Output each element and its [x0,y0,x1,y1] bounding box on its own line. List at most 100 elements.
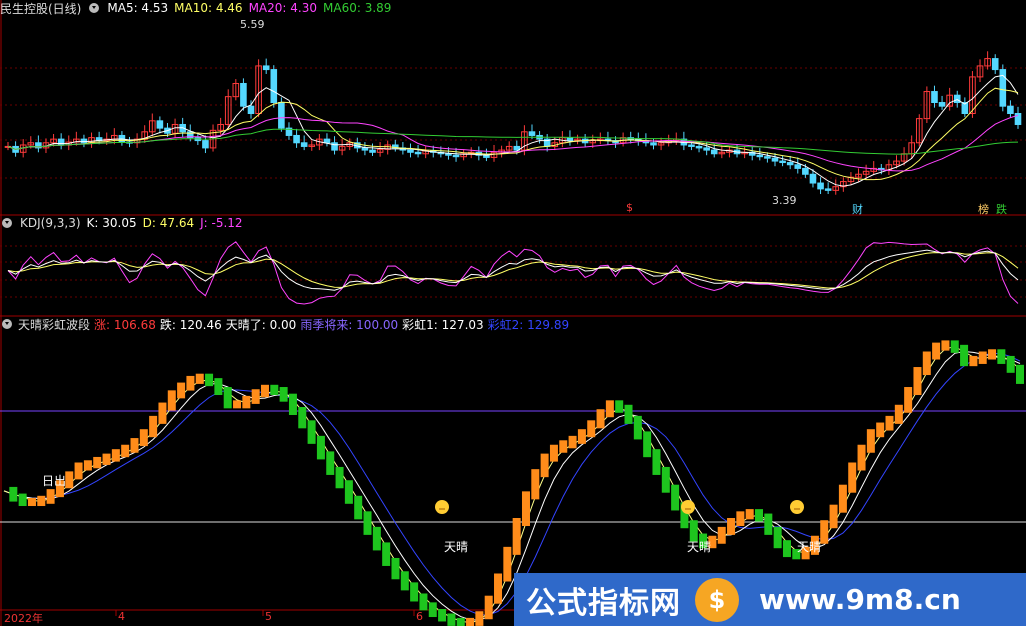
watermark-left-text: 公式指标网 [526,585,681,621]
rise-block [512,518,521,555]
rise-block [27,498,36,507]
rise-block [37,495,46,507]
price-header: 民生控股(日线) MA5: 4.53 MA10: 4.46 MA20: 4.30… [0,0,391,16]
rise-block [121,444,130,458]
j-line [7,241,1019,305]
fall-block [382,542,391,566]
rise-block [242,395,251,409]
tianqing-label: 天晴了: 0.00 [225,317,297,332]
rise-block [913,367,922,396]
event-tag[interactable]: 财 [852,201,863,217]
rise-block [941,340,950,351]
candle-body [247,105,255,114]
dropdown-icon[interactable] [2,218,12,228]
candle-body [1014,113,1022,125]
wave-title: 天晴彩虹波段 [18,317,91,332]
fall-block [18,493,27,507]
candle-body [688,144,695,147]
fall-block [9,486,18,502]
rise-block [876,422,885,438]
event-tag[interactable]: 跌 [996,201,1007,217]
sunny-label: 天晴 [797,540,822,554]
candle-body [452,154,460,158]
sun-icon [681,500,695,514]
fall-block [624,404,633,424]
rise-block [866,429,875,453]
rise-block [885,415,894,431]
candle-body [991,58,999,71]
fall-block [307,420,316,444]
x-tick-label: 6 [416,610,423,623]
candle-body [240,82,247,107]
rise-block [475,611,484,626]
rise-block [577,429,586,444]
fall-block [316,435,325,460]
rise-block [167,390,176,411]
x-tick-label: 5 [265,610,272,623]
fall-block [456,617,465,626]
candle-body [262,65,270,71]
event-tag[interactable]: $ [626,201,633,214]
fall-block [354,495,363,520]
rise-block [568,435,577,449]
rise-block [969,355,978,367]
sun-icon [435,500,449,514]
caihong1-label: 彩虹1: 127.03 [402,317,484,332]
logo-icon: $ [695,577,739,622]
rise-block [829,504,838,529]
high-price-label: 5.59 [240,18,265,31]
fall-block [298,407,307,429]
rise-block [111,449,120,462]
candle-body [300,142,308,147]
stock-title: 民生控股(日线) [0,1,82,16]
candle-body [931,91,938,104]
dropdown-icon[interactable] [89,3,100,13]
fall-block [960,344,969,367]
rise-block [605,400,614,418]
fall-block [755,509,764,522]
event-tag[interactable]: 榜 [978,201,989,217]
candle-body [278,102,285,129]
ma10-label: MA10: 4.46 [174,1,243,15]
sunny-label: 天晴 [444,540,469,554]
rise-block [820,520,829,544]
fall-block [205,373,214,387]
candle-body [756,154,764,158]
fall-block [447,613,456,626]
fall-block [652,449,661,475]
fall-block [419,593,428,611]
fall-block [363,511,372,535]
fall-block [615,400,624,413]
zhang-label: 涨: 106.68 [94,317,156,332]
fall-block [214,378,223,396]
rise-block [549,444,558,462]
candle-body [407,149,414,153]
rise-block [932,342,941,360]
rise-block [102,453,111,465]
candle-body [809,173,817,184]
fall-block [288,393,297,415]
candle-body [650,142,657,146]
rise-block [745,509,754,520]
rise-block [596,409,605,429]
candle-body [710,149,718,155]
rise-block [149,415,158,438]
rise-block [260,384,269,398]
sunny-label: 天晴 [687,540,712,554]
rise-block [978,351,987,364]
fall-block [661,466,670,493]
chart-canvas [0,0,1026,626]
dropdown-icon[interactable] [2,319,12,329]
rise-block [74,462,83,480]
candle-body [361,147,369,151]
candle-body [771,157,779,162]
fall-block [773,526,782,549]
candle-body [794,164,802,169]
fall-block [279,387,288,402]
candle-body [566,137,574,142]
rise-block [93,456,102,469]
rise-block [195,373,204,384]
fall-block [782,540,791,558]
fall-block [997,349,1006,364]
candle-body [293,134,300,144]
